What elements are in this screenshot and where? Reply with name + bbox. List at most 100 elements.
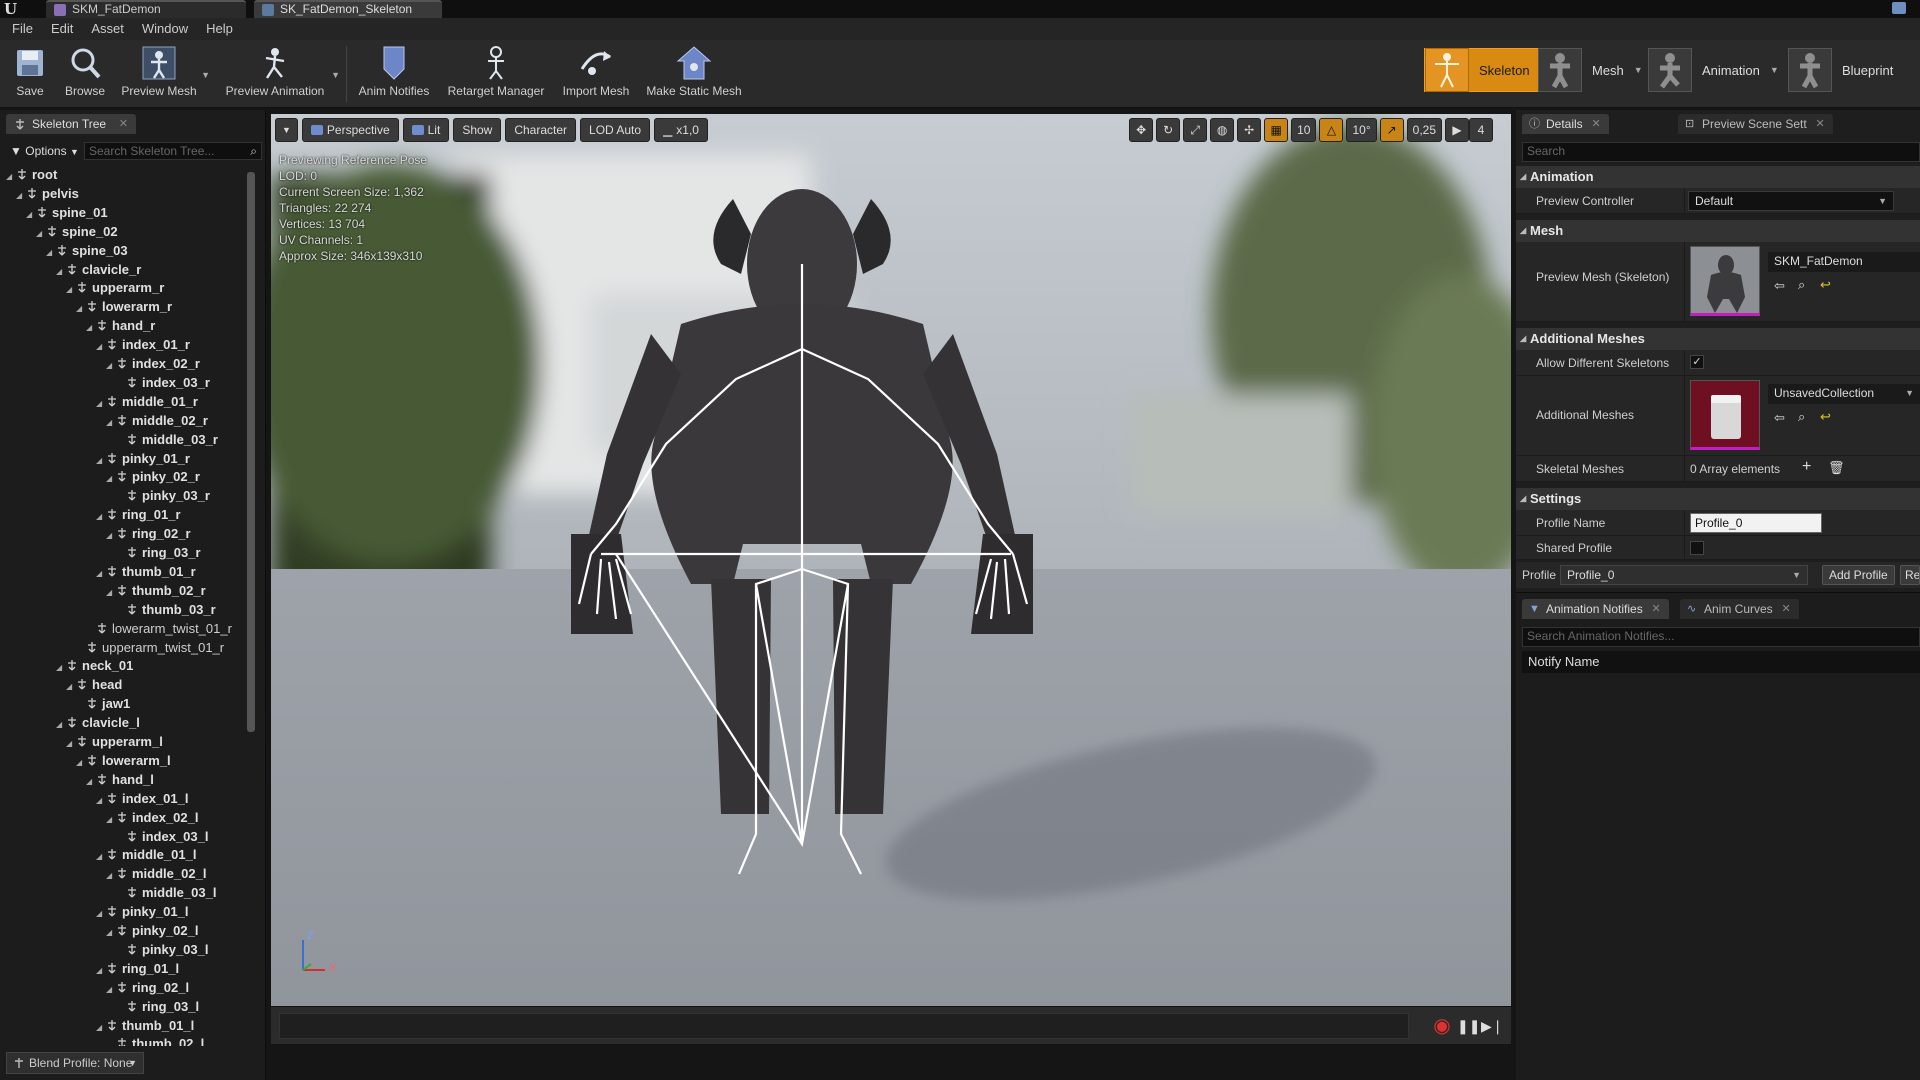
section-additional-meshes[interactable]: ◢ Additional Meshes	[1516, 328, 1920, 350]
perspective-button[interactable]: Perspective	[301, 118, 399, 142]
expand-arrow-icon[interactable]: ◢	[96, 452, 106, 470]
mode-blueprint[interactable]: Blueprint	[1788, 48, 1903, 92]
bone-row[interactable]: ◢ index_02_l	[106, 809, 199, 827]
preview-mesh-button[interactable]: Preview Mesh ▼	[120, 45, 210, 103]
character-button[interactable]: Character	[505, 118, 577, 142]
menu-edit[interactable]: Edit	[42, 18, 82, 40]
menu-file[interactable]: File	[0, 18, 42, 40]
browse-button[interactable]: Browse	[62, 45, 108, 103]
bone-row[interactable]: ◢ lowerarm_l	[76, 752, 171, 770]
tree-scrollbar[interactable]	[247, 172, 255, 732]
section-settings[interactable]: ◢ Settings	[1516, 488, 1920, 510]
tab-skeleton-tree[interactable]: Skeleton Tree ✕	[6, 114, 137, 134]
expand-arrow-icon[interactable]: ◢	[56, 659, 66, 677]
expand-arrow-icon[interactable]: ◢	[96, 338, 106, 356]
viewport[interactable]: ▼ Perspective Lit Show Character LOD Aut…	[271, 114, 1511, 1044]
additional-meshes-asset-picker[interactable]: UnsavedCollection ▼	[1768, 384, 1920, 404]
bone-row[interactable]: pinky_03_l	[116, 941, 209, 959]
expand-arrow-icon[interactable]: ◢	[96, 1019, 106, 1037]
reset-arrow-icon[interactable]: ↩	[1820, 409, 1831, 425]
preview-animation-button[interactable]: Preview Animation ▼	[222, 45, 340, 103]
expand-arrow-icon[interactable]: ◢	[106, 584, 116, 602]
tab-details[interactable]: ⓘ Details ✕	[1522, 114, 1609, 134]
bone-row[interactable]: middle_03_r	[116, 431, 218, 449]
expand-arrow-icon[interactable]: ◢	[96, 508, 106, 526]
scale-snap-value[interactable]: 0,25	[1406, 118, 1442, 142]
menu-window[interactable]: Window	[133, 18, 197, 40]
bone-row[interactable]: ◢ upperarm_l	[66, 733, 163, 751]
search-skeleton-input[interactable]: Search Skeleton Tree... ⌕	[84, 142, 262, 160]
expand-arrow-icon[interactable]: ◢	[106, 527, 116, 545]
bone-row[interactable]: ◢ ring_02_r	[106, 525, 191, 543]
expand-arrow-icon[interactable]: ◢	[66, 281, 76, 299]
profile-dropdown[interactable]: Profile_0 ▼	[1560, 565, 1808, 585]
chevron-down-icon[interactable]: ▼	[1634, 65, 1643, 75]
bone-row[interactable]: ◢ pinky_02_r	[106, 468, 200, 486]
lod-button[interactable]: LOD Auto	[580, 118, 651, 142]
close-icon[interactable]: ✕	[1591, 114, 1600, 134]
rotate-icon[interactable]: ↻	[1156, 118, 1181, 142]
bone-row[interactable]: ◢ hand_l	[86, 771, 154, 789]
bone-row[interactable]: ◢ pinky_02_l	[106, 922, 199, 940]
expand-arrow-icon[interactable]: ◢	[96, 565, 106, 583]
bone-row[interactable]: ◢ spine_02	[36, 223, 118, 241]
mesh-thumbnail[interactable]	[1690, 246, 1760, 316]
chevron-down-icon[interactable]: ▼	[1770, 65, 1779, 75]
bone-row[interactable]: thumb_03_r	[116, 601, 216, 619]
bone-row[interactable]: ◢ middle_02_r	[106, 412, 208, 430]
expand-arrow-icon[interactable]: ◢	[106, 357, 116, 375]
bone-row[interactable]: ◢ index_01_r	[96, 336, 190, 354]
browse-asset-icon[interactable]: ⌕	[1798, 409, 1805, 425]
preview-mesh-asset-picker[interactable]: SKM_FatDemon	[1768, 252, 1920, 272]
rotation-snap-value[interactable]: 10°	[1346, 118, 1377, 142]
tab-anim-curves[interactable]: ∿ Anim Curves ✕	[1680, 599, 1799, 619]
make-static-mesh-button[interactable]: Make Static Mesh	[644, 45, 744, 103]
expand-arrow-icon[interactable]: ◢	[46, 244, 56, 262]
close-icon[interactable]: ✕	[1652, 599, 1661, 619]
bone-row[interactable]: ring_03_l	[116, 998, 199, 1016]
use-selected-icon[interactable]: ⇦	[1774, 410, 1785, 426]
options-button[interactable]: ▼ Options ▼	[6, 142, 83, 160]
expand-arrow-icon[interactable]: ◢	[106, 867, 116, 885]
doc-tab-skeleton[interactable]: SK_FatDemon_Skeleton ✕	[254, 0, 442, 31]
bone-row[interactable]: upperarm_twist_01_r	[76, 639, 224, 657]
shared-profile-checkbox[interactable]	[1690, 541, 1704, 555]
preview-controller-dropdown[interactable]: Default ▼	[1688, 191, 1894, 211]
bone-row[interactable]: ◢ ring_01_l	[96, 960, 179, 978]
mode-skeleton[interactable]: Skeleton	[1424, 48, 1541, 92]
expand-arrow-icon[interactable]: ◢	[96, 395, 106, 413]
expand-arrow-icon[interactable]: ◢	[106, 981, 116, 999]
bone-row[interactable]: ◢ middle_02_l	[106, 865, 206, 883]
bone-row[interactable]: middle_03_l	[116, 884, 216, 902]
expand-arrow-icon[interactable]: ◢	[96, 848, 106, 866]
timeline-scrubber[interactable]	[279, 1013, 1409, 1039]
expand-arrow-icon[interactable]: ◢	[56, 263, 66, 281]
chevron-down-icon[interactable]: ▼	[331, 70, 340, 80]
expand-arrow-icon[interactable]: ◢	[106, 414, 116, 432]
close-icon[interactable]: ✕	[119, 114, 128, 134]
bone-row[interactable]: ◢ spine_01	[26, 204, 108, 222]
mode-mesh[interactable]: Mesh ▼	[1538, 48, 1649, 92]
bone-row[interactable]: ◢ index_02_r	[106, 355, 200, 373]
bone-row[interactable]: lowerarm_twist_01_r	[86, 620, 232, 638]
browse-asset-icon[interactable]: ⌕	[1798, 277, 1805, 293]
translate-icon[interactable]: ✥	[1129, 118, 1154, 142]
expand-arrow-icon[interactable]: ◢	[86, 319, 96, 337]
reset-arrow-icon[interactable]: ↩	[1820, 277, 1831, 293]
trash-icon[interactable]: 🗑	[1828, 460, 1845, 476]
bone-row[interactable]: ◢ root	[6, 166, 57, 184]
bone-row[interactable]: ◢ pelvis	[16, 185, 79, 203]
bone-row[interactable]: ◢ ring_01_r	[96, 506, 181, 524]
bone-row[interactable]: ◢ pinky_01_r	[96, 450, 190, 468]
camera-speed-value[interactable]: 4	[1469, 118, 1493, 142]
bone-row[interactable]: ◢ spine_03	[46, 242, 128, 260]
expand-arrow-icon[interactable]: ◢	[96, 905, 106, 923]
collection-thumbnail[interactable]	[1690, 380, 1760, 450]
bone-row[interactable]: ◢ hand_r	[86, 317, 155, 335]
bone-row[interactable]: ◢ clavicle_l	[56, 714, 140, 732]
unreal-logo-icon[interactable]: U	[4, 0, 24, 18]
bone-row[interactable]: ◢ middle_01_r	[96, 393, 198, 411]
playback-speed-button[interactable]: ▁ x1,0	[654, 118, 708, 142]
blend-profile-dropdown[interactable]: Blend Profile: None ▼	[6, 1052, 144, 1074]
bone-row[interactable]: index_03_l	[116, 828, 209, 846]
